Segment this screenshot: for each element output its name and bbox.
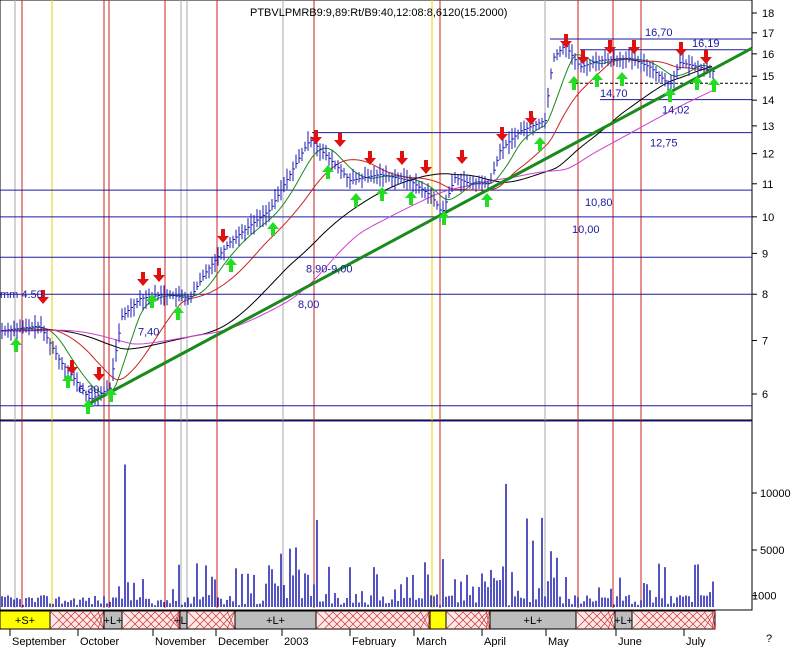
level-label: 12,75: [650, 138, 678, 150]
price-tick-label: 15: [762, 71, 774, 83]
level-label: 16,19: [692, 38, 720, 50]
extra-label: 6,30: [78, 384, 99, 396]
price-tick-label: 10: [762, 212, 774, 224]
price-panel-frame: [0, 0, 753, 421]
volume-axis: 1000 5000 10000: [752, 488, 791, 603]
month-label: July: [686, 636, 706, 647]
month-label: September: [12, 636, 66, 647]
month-label: October: [80, 636, 119, 647]
signal-segment-label: +L+: [104, 615, 123, 627]
volume-tick-label: 10000: [760, 488, 791, 500]
signal-segment-label: +S+: [15, 615, 35, 627]
extra-label: mm 4.50: [0, 289, 43, 301]
price-tick-label: 18: [762, 8, 774, 20]
month-axis: September October November December 2003 Febr…: [9, 629, 706, 647]
price-tick-label: 8: [762, 289, 768, 301]
month-label: May: [548, 636, 569, 647]
month-label: 2003: [284, 636, 308, 647]
price-tick-label: 16: [762, 49, 774, 61]
price-tick-label: 12: [762, 149, 774, 161]
price-tick-label: 11: [762, 179, 773, 191]
price-tick-label: 7: [762, 336, 768, 348]
volume-panel-frame: [0, 419, 753, 611]
price-volume-chart: 16,70 16,19 14,70 14,02 12,75 10,80 10,00 8,90-…: [0, 0, 791, 647]
month-label: December: [218, 636, 269, 647]
level-label: 14,02: [662, 105, 690, 117]
price-tick-label: 14: [762, 95, 774, 107]
help-mark[interactable]: ?: [766, 633, 772, 645]
signal-segment: [186, 610, 236, 630]
price-tick-label: 6: [762, 389, 768, 401]
level-label: 8,00: [298, 299, 319, 311]
price-tick-label: 9: [762, 248, 768, 260]
month-label: November: [155, 636, 206, 647]
level-label: 10,80: [585, 197, 613, 209]
month-label: March: [416, 636, 447, 647]
chart-window: 16,70 16,19 14,70 14,02 12,75 10,80 10,00 8,90-…: [0, 0, 798, 647]
price-axis: 6 7 8 9 10 11 12 13 14 15 16 17 18: [752, 8, 774, 401]
price-tick-label: 17: [762, 28, 774, 40]
month-label: February: [352, 636, 397, 647]
level-label: 10,00: [572, 224, 600, 236]
month-label: April: [484, 636, 506, 647]
signal-segment: [429, 610, 447, 630]
level-label: 16,70: [645, 27, 673, 39]
signal-segment-label: +L+: [614, 615, 633, 627]
signal-strip: +S+ +L+ +L+ +L+ +L+ +L+: [0, 610, 716, 630]
chart-title: PTBVLPMRB9:9,89:Rt/B9:40,12:08:8,6120(15…: [250, 7, 507, 19]
signal-segment: [445, 610, 491, 630]
signal-segment-label: +L+: [266, 615, 285, 627]
price-tick-label: 13: [762, 121, 774, 133]
level-label: 8,90-9,00: [306, 263, 352, 275]
signal-segment: [631, 610, 716, 630]
signal-segment-label: +L+: [524, 615, 543, 627]
month-label: June: [618, 636, 642, 647]
volume-tick-label: 5000: [760, 545, 784, 557]
volume-tick-label: 1000: [752, 591, 776, 603]
level-label: 7,40: [138, 326, 159, 338]
level-label: 14,70: [600, 88, 628, 100]
